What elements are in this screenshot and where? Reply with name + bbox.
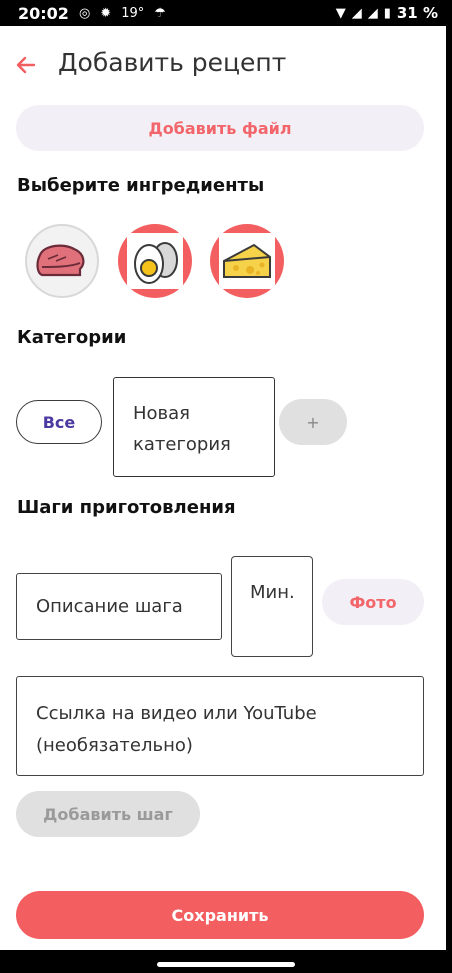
add-category-button[interactable]: + [279, 399, 347, 445]
battery-icon: ▮ [383, 5, 391, 21]
meat-icon [36, 244, 85, 277]
wifi-icon: ▼ [335, 5, 346, 21]
page-title: Добавить рецепт [58, 48, 287, 77]
add-file-button[interactable]: Добавить файл [16, 105, 424, 151]
settings-icon: ✹ [100, 5, 112, 21]
step-minutes-input[interactable]: Мин. [231, 556, 313, 657]
steps-title: Шаги приготовления [17, 497, 236, 518]
video-link-input[interactable]: Ссылка на видео или YouTube (необязатель… [16, 676, 424, 776]
status-time: 20:02 [18, 3, 69, 23]
ingredient-cheese[interactable] [210, 224, 284, 298]
screen-edge [446, 26, 452, 950]
ingredients-title: Выберите ингредиенты [17, 175, 265, 196]
battery-text: 31 % [396, 4, 438, 22]
sync-icon: ◎ [78, 5, 91, 21]
new-category-input[interactable]: Новая категория [113, 377, 275, 477]
signal-icon-2: ◢ [367, 5, 378, 21]
step-photo-button[interactable]: Фото [322, 579, 424, 625]
categories-title: Категории [17, 327, 127, 348]
add-step-button[interactable]: Добавить шаг [16, 791, 200, 837]
category-chip-all[interactable]: Все [16, 400, 102, 444]
save-button[interactable]: Сохранить [16, 891, 424, 939]
weather-icon: ☂ [154, 5, 166, 21]
cheese-icon [223, 243, 271, 278]
signal-icon: ◢ [351, 5, 362, 21]
status-bar: 20:02 ◎ ✹ 19° ☂ ▼ ◢ ◢ ▮ 31 % [0, 0, 452, 26]
temperature-text: 19° [121, 5, 145, 21]
egg-icon [134, 242, 178, 284]
back-arrow-icon[interactable] [14, 53, 38, 77]
step-description-input[interactable]: Описание шага [16, 573, 222, 640]
ingredient-egg[interactable] [118, 224, 192, 298]
home-gesture-handle[interactable] [157, 962, 295, 967]
ingredient-meat[interactable] [25, 224, 99, 298]
